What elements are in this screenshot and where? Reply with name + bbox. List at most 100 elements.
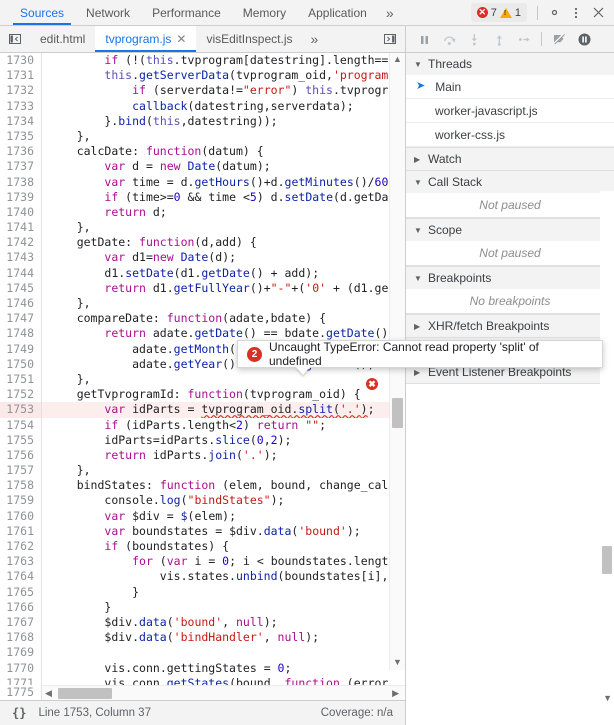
line-number[interactable]: 1753 xyxy=(0,402,42,418)
code-text[interactable]: if (boundstates) { xyxy=(42,539,229,554)
code-line[interactable]: 1766 } xyxy=(0,599,405,615)
code-text[interactable]: }, xyxy=(42,296,91,311)
vertical-scrollbar-thumb[interactable] xyxy=(392,398,403,428)
code-line[interactable]: 1752 getTvprogramId: function(tvprogram_… xyxy=(0,387,405,403)
code-line[interactable]: 1741 }, xyxy=(0,220,405,236)
line-number[interactable]: 1741 xyxy=(0,220,42,236)
code-text[interactable]: var time = d.getHours()+d.getMinutes()/6… xyxy=(42,175,395,190)
sidebar-section-header-call-stack[interactable]: ▼ Call Stack xyxy=(406,171,614,193)
code-text[interactable]: } xyxy=(42,585,139,600)
code-line[interactable]: 1759 console.log("bindStates"); xyxy=(0,493,405,509)
line-number[interactable]: 1763 xyxy=(0,554,42,570)
code-text[interactable]: for (var i = 0; i < boundstates.length xyxy=(42,554,395,569)
code-line[interactable]: 1758 bindStates: function (elem, bound, … xyxy=(0,478,405,494)
line-number[interactable]: 1735 xyxy=(0,128,42,145)
line-number[interactable]: 1743 xyxy=(0,250,42,266)
source-editor[interactable]: 1730 if (!(this.tvprogram[datestring].le… xyxy=(0,53,405,685)
line-number[interactable]: 1734 xyxy=(0,113,42,129)
line-number[interactable]: 1747 xyxy=(0,311,42,327)
line-number[interactable]: 1762 xyxy=(0,539,42,555)
code-text[interactable]: }, xyxy=(42,220,91,235)
line-number[interactable]: 1742 xyxy=(0,235,42,251)
code-text[interactable]: calcDate: function(datum) { xyxy=(42,144,264,159)
line-number[interactable]: 1736 xyxy=(0,144,42,160)
pause-on-exceptions-button[interactable] xyxy=(572,28,596,50)
line-number[interactable]: 1740 xyxy=(0,204,42,221)
code-text[interactable]: }, xyxy=(42,463,91,478)
line-number[interactable]: 1751 xyxy=(0,371,42,388)
line-number[interactable]: 1765 xyxy=(0,584,42,600)
step-button[interactable] xyxy=(512,28,536,50)
code-line[interactable]: 1745 return d1.getFullYear()+"-"+('0' + … xyxy=(0,280,405,297)
code-line[interactable]: 1757 }, xyxy=(0,463,405,479)
line-number[interactable]: 1744 xyxy=(0,265,42,281)
step-into-button[interactable] xyxy=(462,28,486,50)
tab-console[interactable]: ole xyxy=(0,0,9,25)
code-line[interactable]: 1769 xyxy=(0,645,405,661)
code-line[interactable]: 1747 compareDate: function(adate,bdate) … xyxy=(0,311,405,327)
line-number[interactable]: 1769 xyxy=(0,645,42,661)
sidebar-scroll-down-arrow-icon[interactable]: ▼ xyxy=(603,693,612,703)
line-number[interactable]: 1750 xyxy=(0,356,42,372)
code-line[interactable]: 1771 vis.conn.getStates(bound, function … xyxy=(0,675,405,685)
line-number[interactable]: 1760 xyxy=(0,508,42,524)
code-line[interactable]: 1732 if (serverdata!="error") this.tvpro… xyxy=(0,83,405,99)
line-number[interactable]: 1746 xyxy=(0,296,42,312)
line-number[interactable]: 1771 xyxy=(0,675,42,685)
line-number[interactable]: 1739 xyxy=(0,189,42,205)
code-text[interactable]: } xyxy=(42,600,111,615)
line-number[interactable]: 1745 xyxy=(0,280,42,297)
code-text[interactable]: $div.data('bindHandler', null); xyxy=(42,630,319,645)
more-panels-button[interactable]: » xyxy=(378,0,402,25)
tab-network[interactable]: Network xyxy=(75,0,141,25)
code-line[interactable]: 1735 }, xyxy=(0,128,405,145)
code-text[interactable]: if (serverdata!="error") this.tvprogra xyxy=(42,83,395,98)
line-number[interactable]: 1754 xyxy=(0,417,42,433)
code-text[interactable]: d1.setDate(d1.getDate() + add); xyxy=(42,266,319,281)
kebab-menu-icon[interactable] xyxy=(566,3,586,23)
code-text[interactable]: return d; xyxy=(42,205,166,220)
code-text[interactable]: return idParts.join('.'); xyxy=(42,448,277,463)
sidebar-vertical-scrollbar[interactable]: ▼ xyxy=(600,191,614,725)
thread-item-worker-css[interactable]: worker-css.js xyxy=(406,123,614,147)
scroll-left-arrow-icon[interactable]: ◀ xyxy=(42,688,55,699)
line-number[interactable]: 1766 xyxy=(0,599,42,615)
code-text[interactable]: compareDate: function(adate,bdate) { xyxy=(42,311,326,326)
pause-script-execution-button[interactable] xyxy=(412,28,436,50)
code-line[interactable]: 1738 var time = d.getHours()+d.getMinute… xyxy=(0,174,405,190)
code-line[interactable]: 1767 $div.data('bound', null); xyxy=(0,614,405,631)
code-line[interactable]: 1746 }, xyxy=(0,296,405,312)
line-number[interactable]: 1748 xyxy=(0,326,42,342)
format-source-button[interactable]: {} xyxy=(12,706,26,720)
sidebar-section-header-scope[interactable]: ▼ Scope xyxy=(406,219,614,241)
code-line[interactable]: 1740 return d; xyxy=(0,204,405,221)
code-line[interactable]: 1756 return idParts.join('.'); xyxy=(0,447,405,464)
code-line[interactable]: 1737 var d = new Date(datum); xyxy=(0,159,405,175)
code-text[interactable]: callback(datestring,serverdata); xyxy=(42,99,354,114)
sidebar-section-header-breakpoints[interactable]: ▼ Breakpoints xyxy=(406,267,614,289)
inline-error-marker-icon[interactable]: ✖ xyxy=(366,378,378,390)
sidebar-section-header-watch[interactable]: ▶ Watch xyxy=(406,148,614,170)
code-line[interactable]: 1755 idParts=idParts.slice(0,2); xyxy=(0,432,405,448)
code-line[interactable]: 1763 for (var i = 0; i < boundstates.len… xyxy=(0,554,405,570)
code-text[interactable]: }, xyxy=(42,372,91,387)
code-text[interactable]: vis.conn.getStates(bound, function (erro… xyxy=(42,676,395,685)
tab-memory[interactable]: Memory xyxy=(232,0,297,25)
sidebar-scrollbar-thumb[interactable] xyxy=(602,546,612,574)
tab-application[interactable]: Application xyxy=(297,0,378,25)
code-line[interactable]: 1768 $div.data('bindHandler', null); xyxy=(0,630,405,646)
code-text[interactable]: this.getServerData(tvprogram_oid,'progra… xyxy=(42,68,395,83)
code-text[interactable]: if (idParts.length<2) return ""; xyxy=(42,418,326,433)
code-text[interactable]: getDate: function(d,add) { xyxy=(42,235,257,250)
line-number[interactable]: 1757 xyxy=(0,463,42,479)
file-tab-tvprogram-js[interactable]: tvprogram.js ✕ xyxy=(95,26,197,52)
scroll-down-arrow-icon[interactable]: ▼ xyxy=(393,656,402,670)
code-line[interactable]: 1743 var d1=new Date(d); xyxy=(0,250,405,266)
line-number[interactable]: 1738 xyxy=(0,174,42,190)
line-number[interactable]: 1755 xyxy=(0,432,42,448)
code-text[interactable]: if (time>=0 && time <5) d.setDate(d.getD… xyxy=(42,190,395,205)
sidebar-section-header-threads[interactable]: ▼ Threads xyxy=(406,53,614,75)
sidebar-section-header-xhr-fetch-breakpoints[interactable]: ▶ XHR/fetch Breakpoints xyxy=(406,315,614,337)
code-line[interactable]: 1734 }.bind(this,datestring)); xyxy=(0,113,405,129)
horizontal-scrollbar-thumb[interactable] xyxy=(58,687,112,699)
